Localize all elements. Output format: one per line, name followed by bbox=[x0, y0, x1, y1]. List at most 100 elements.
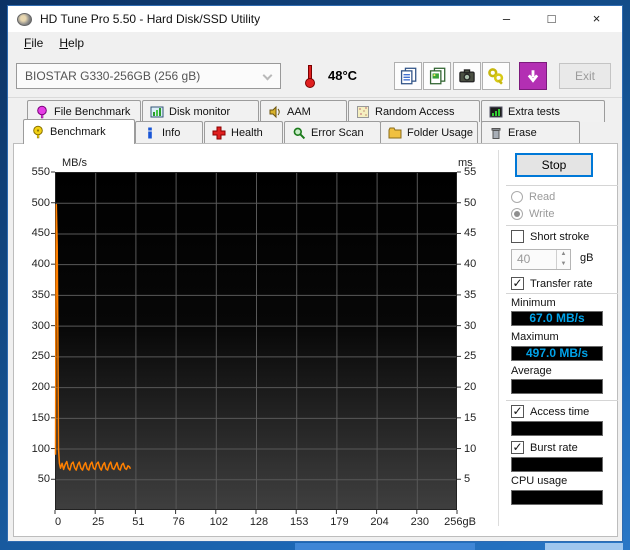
copy-text-icon bbox=[400, 67, 417, 85]
tab-aam[interactable]: AAM bbox=[260, 100, 347, 122]
access-time-value bbox=[511, 421, 603, 436]
y-axis-left-tick-label: 150 bbox=[31, 411, 50, 424]
save-button[interactable] bbox=[482, 62, 510, 90]
window-title: HD Tune Pro 5.50 - Hard Disk/SSD Utility bbox=[40, 12, 261, 26]
tab-extra-tests[interactable]: Extra tests bbox=[481, 100, 605, 122]
burst-rate-row[interactable]: Burst rate bbox=[511, 441, 578, 454]
y-axis-right-tick-label: 40 bbox=[464, 258, 477, 271]
random-access-icon bbox=[357, 105, 369, 118]
read-radio[interactable] bbox=[511, 191, 523, 203]
separator bbox=[506, 293, 618, 294]
download-button[interactable] bbox=[519, 62, 547, 90]
screenshot-button[interactable] bbox=[453, 62, 481, 90]
y-axis-left-tick-label: 200 bbox=[31, 381, 50, 394]
stepper-arrows[interactable]: ▲ ▼ bbox=[556, 250, 570, 269]
tab-label: Disk monitor bbox=[169, 105, 231, 118]
screenshot-icon bbox=[459, 69, 475, 83]
tab-label: Info bbox=[162, 126, 181, 139]
tab-label: Health bbox=[231, 126, 263, 139]
y-axis-left-tick-label: 350 bbox=[31, 288, 50, 301]
access-time-row[interactable]: Access time bbox=[511, 405, 589, 418]
disk-monitor-icon bbox=[150, 106, 164, 117]
tab-label: Benchmark bbox=[50, 126, 106, 138]
temperature-value: 48°C bbox=[328, 68, 358, 83]
short-stroke-size-value: 40 bbox=[517, 252, 531, 266]
desktop-window-edge bbox=[295, 543, 475, 550]
drive-selector-value: BIOSTAR G330-256GB (256 gB) bbox=[25, 69, 201, 83]
access-time-label: Access time bbox=[530, 405, 590, 418]
tab-erase[interactable]: Erase bbox=[481, 121, 580, 143]
menu-item-help[interactable]: Help bbox=[51, 36, 92, 50]
maximize-button[interactable]: □ bbox=[529, 6, 574, 32]
burst-rate-label: Burst rate bbox=[530, 441, 578, 454]
app-icon bbox=[17, 12, 32, 26]
transfer-rate-checkbox[interactable] bbox=[511, 277, 524, 290]
tab-info[interactable]: Info bbox=[135, 121, 203, 143]
x-axis-tick-label: 51 bbox=[132, 516, 145, 528]
stepper-down-icon[interactable]: ▼ bbox=[557, 260, 570, 270]
access-time-checkbox[interactable] bbox=[511, 405, 524, 418]
file-benchmark-icon bbox=[37, 105, 47, 118]
minimize-button[interactable]: – bbox=[484, 6, 529, 32]
tab-label: Random Access bbox=[375, 105, 455, 118]
copy-image-button[interactable] bbox=[423, 62, 451, 90]
tab-random-access[interactable]: Random Access bbox=[348, 100, 480, 122]
y-axis-right-tick-label: 35 bbox=[464, 288, 477, 301]
stop-button[interactable]: Stop bbox=[515, 153, 593, 177]
error-scan-icon bbox=[293, 127, 306, 139]
short-stroke-row[interactable]: Short stroke bbox=[511, 230, 589, 243]
burst-rate-checkbox[interactable] bbox=[511, 441, 524, 454]
extra-tests-icon bbox=[489, 106, 503, 117]
benchmark-chart bbox=[51, 171, 461, 514]
tab-benchmark[interactable]: Benchmark bbox=[23, 119, 135, 144]
y-axis-right-tick-label: 5 bbox=[464, 473, 471, 486]
toolbar: BIOSTAR G330-256GB (256 gB) 48°C Exit bbox=[8, 54, 622, 98]
write-radio[interactable] bbox=[511, 208, 523, 220]
exit-button[interactable]: Exit bbox=[559, 63, 611, 89]
y-axis-right-tick-label: 45 bbox=[464, 227, 477, 240]
tab-label: AAM bbox=[287, 105, 311, 118]
tab-label: Error Scan bbox=[311, 126, 364, 139]
y-axis-left-tick-label: 500 bbox=[31, 196, 50, 209]
close-button[interactable]: × bbox=[574, 6, 619, 32]
separator bbox=[506, 400, 618, 401]
write-radio-row[interactable]: Write bbox=[511, 208, 554, 220]
thermometer-icon bbox=[299, 64, 321, 89]
tab-health[interactable]: Health bbox=[204, 121, 283, 143]
minimum-value: 67.0 MB/s bbox=[511, 311, 603, 326]
x-axis-tick-label: 204 bbox=[370, 516, 389, 528]
copy-text-button[interactable] bbox=[394, 62, 422, 90]
download-icon bbox=[527, 70, 539, 83]
drive-selector-dropdown[interactable]: BIOSTAR G330-256GB (256 gB) bbox=[16, 63, 281, 89]
erase-icon bbox=[491, 127, 501, 139]
folder-usage-icon bbox=[388, 127, 402, 138]
read-radio-row[interactable]: Read bbox=[511, 191, 555, 203]
menu-item-file[interactable]: File bbox=[16, 36, 51, 50]
y-axis-right-tick-label: 15 bbox=[464, 411, 477, 424]
short-stroke-size-stepper[interactable]: 40 ▲ ▼ bbox=[511, 249, 571, 270]
tab-label: File Benchmark bbox=[54, 105, 131, 118]
y-axis-left-tick-label: 250 bbox=[31, 350, 50, 363]
burst-rate-value bbox=[511, 457, 603, 472]
desktop: HD Tune Pro 5.50 - Hard Disk/SSD Utility… bbox=[0, 0, 630, 550]
tab-folder-usage[interactable]: Folder Usage bbox=[380, 121, 478, 143]
tab-error-scan[interactable]: Error Scan bbox=[284, 121, 381, 143]
tab-disk-monitor[interactable]: Disk monitor bbox=[142, 100, 259, 122]
short-stroke-checkbox[interactable] bbox=[511, 230, 524, 243]
maximum-value: 497.0 MB/s bbox=[511, 346, 603, 361]
x-axis-tick-label: 102 bbox=[209, 516, 228, 528]
y-axis-left-tick-label: 100 bbox=[31, 442, 50, 455]
separator bbox=[506, 185, 618, 186]
y-axis-left-tick-label: 50 bbox=[37, 473, 50, 486]
maximum-label: Maximum bbox=[511, 331, 559, 343]
y-axis-right-tick-label: 50 bbox=[464, 196, 477, 209]
info-icon bbox=[148, 127, 152, 138]
x-axis-tick-label: 179 bbox=[330, 516, 349, 528]
y-axis-right-tick-label: 10 bbox=[464, 442, 477, 455]
health-icon bbox=[212, 126, 226, 139]
transfer-rate-row[interactable]: Transfer rate bbox=[511, 277, 593, 290]
average-value bbox=[511, 379, 603, 394]
x-axis-tick-label: 128 bbox=[249, 516, 269, 528]
short-stroke-label: Short stroke bbox=[530, 230, 590, 243]
stepper-up-icon[interactable]: ▲ bbox=[557, 250, 570, 260]
